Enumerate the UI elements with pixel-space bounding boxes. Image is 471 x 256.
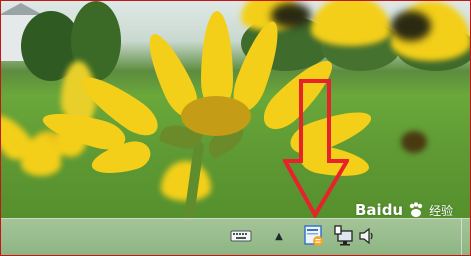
app-tray-icon[interactable] <box>303 224 325 248</box>
baidu-watermark: Baidu 经验 <box>355 201 453 219</box>
down-arrow-annotation <box>283 79 349 219</box>
show-hidden-icons-chevron-icon[interactable]: ▲ <box>272 229 286 243</box>
desktop-screen: Baidu 经验 ▲ <box>0 0 471 256</box>
keyboard-icon[interactable] <box>230 229 252 243</box>
blurred-bud <box>401 131 427 153</box>
watermark-cjk-text: 经验 <box>429 203 454 218</box>
paw-icon <box>409 202 423 217</box>
network-icon[interactable] <box>332 225 356 247</box>
watermark-latin-text: Baidu <box>355 201 404 219</box>
taskbar: ▲ <box>1 218 470 255</box>
show-desktop-button[interactable] <box>461 218 470 255</box>
volume-icon[interactable] <box>358 226 376 246</box>
